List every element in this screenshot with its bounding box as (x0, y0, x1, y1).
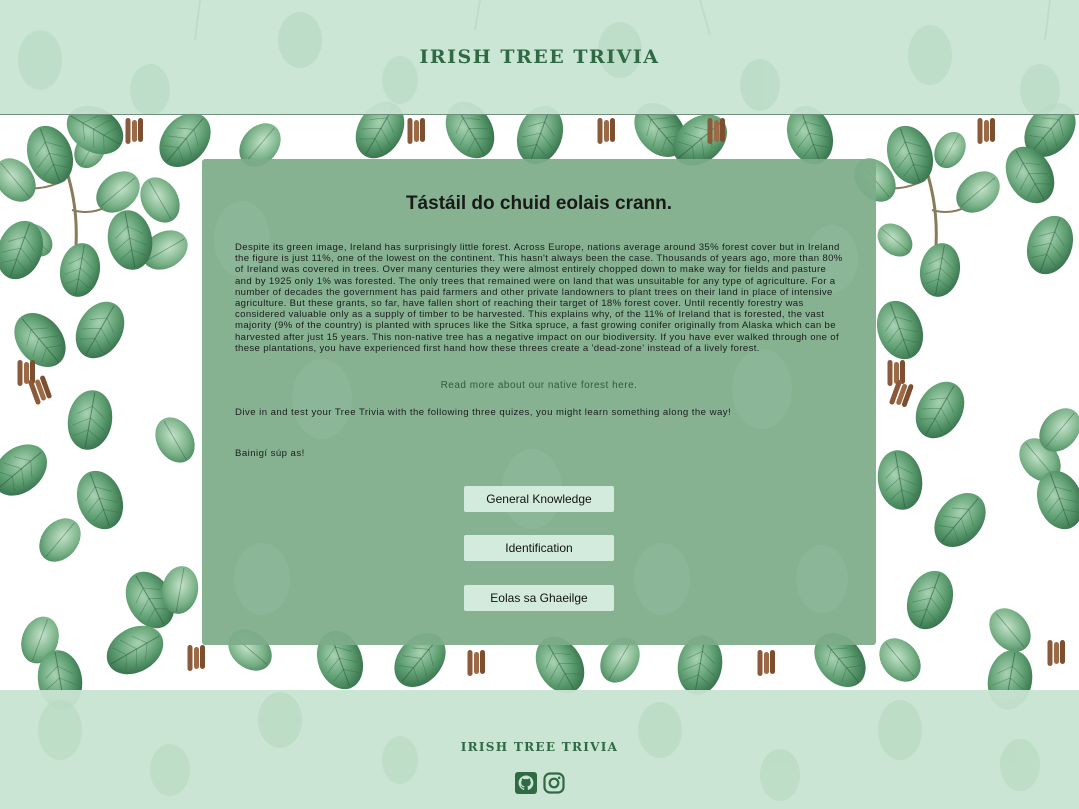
instagram-icon (543, 772, 565, 794)
instagram-link[interactable] (543, 772, 565, 794)
identification-button[interactable]: Identification (464, 535, 614, 561)
github-icon (515, 772, 537, 794)
page-heading: Tástáil do chuid eolais crann. (405, 193, 673, 214)
dive-in-text: Dive in and test your Tree Trivia with t… (235, 407, 732, 418)
site-footer: IRISH TREE TRIVIA (0, 690, 1079, 809)
eolas-sa-ghaeilge-button[interactable]: Eolas sa Ghaeilge (464, 585, 614, 611)
github-link[interactable] (515, 772, 537, 794)
social-links (515, 772, 565, 794)
footer-title: IRISH TREE TRIVIA (460, 740, 619, 754)
site-title: IRISH TREE TRIVIA (419, 46, 660, 68)
read-more-link[interactable]: Read more about our native forest here. (202, 380, 876, 391)
site-header: IRISH TREE TRIVIA (0, 0, 1079, 115)
farewell-text: Bainigí súp as! (235, 448, 305, 459)
intro-paragraph: Despite its green image, Ireland has sur… (235, 242, 843, 354)
general-knowledge-button[interactable]: General Knowledge (464, 486, 614, 512)
page: IRISH TREE TRIVIA Tástáil do chuid eolai… (0, 0, 1079, 809)
content-card: Tástáil do chuid eolais crann. Despite i… (202, 159, 876, 645)
card-leaf-watermark (214, 201, 858, 615)
